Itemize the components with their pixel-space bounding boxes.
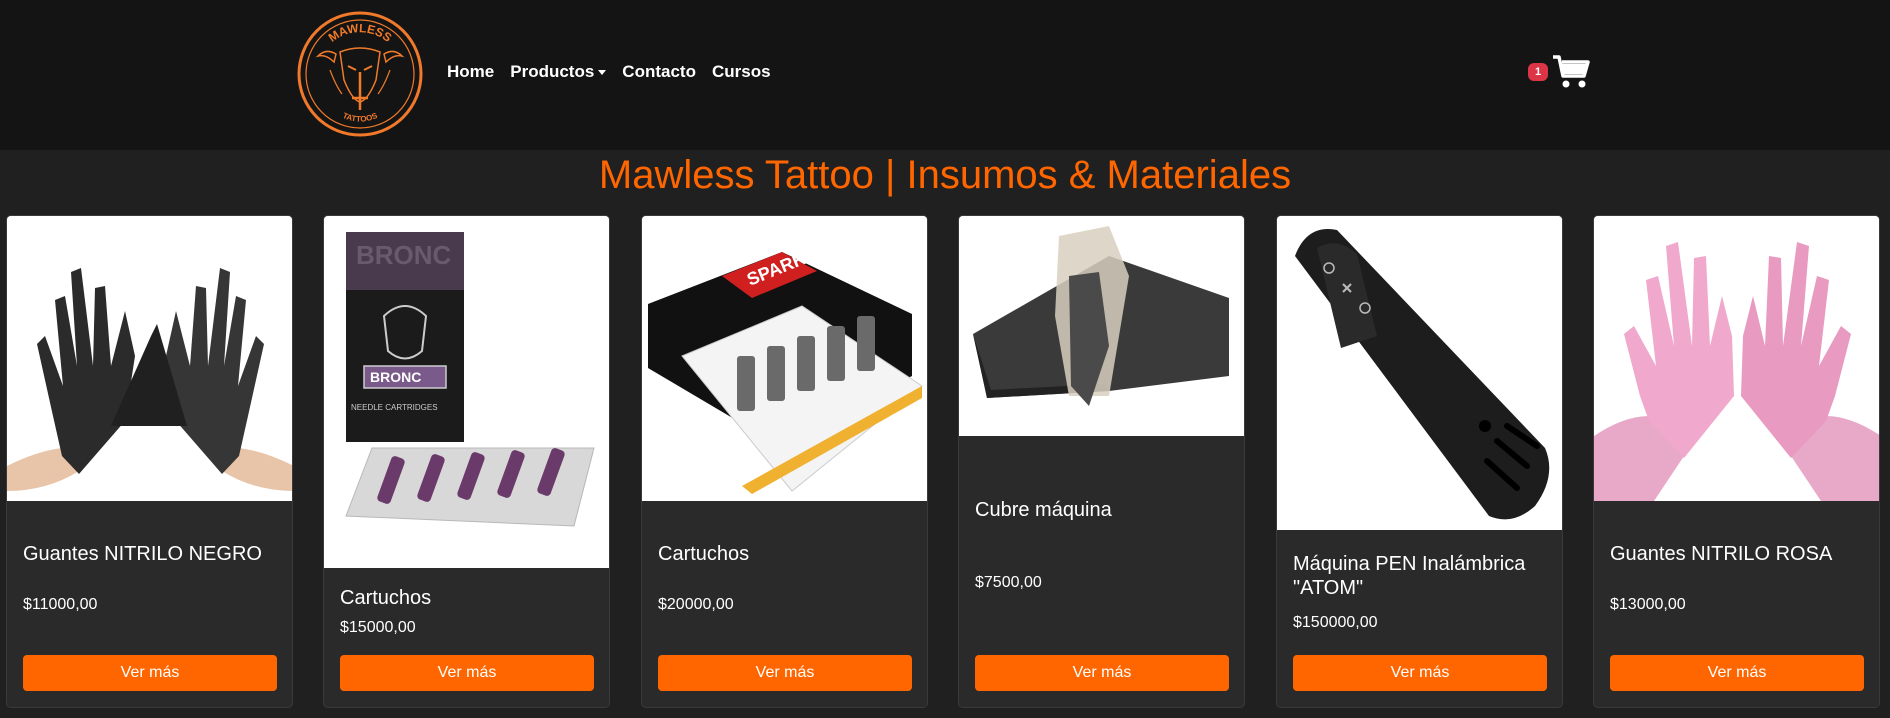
product-card: Guantes NITRILO NEGRO $11000,00 Ver más [6,215,293,708]
product-price: $20000,00 [658,596,734,613]
product-price: $150000,00 [1293,614,1378,631]
navbar: MAWLESS TATTOOS Home Productos Contacto … [0,0,1890,150]
cart-icon [1553,55,1590,88]
ver-mas-button[interactable]: Ver más [658,655,912,691]
product-name: Guantes NITRILO ROSA [1610,543,1833,565]
svg-text:NEEDLE CARTRIDGES: NEEDLE CARTRIDGES [351,403,438,412]
ver-mas-button[interactable]: Ver más [1293,655,1547,691]
product-card: SPARK Cartuchos $20000,00 Ver más [641,215,928,708]
product-image-black-gloves[interactable] [7,216,292,501]
product-name: Guantes NITRILO NEGRO [23,543,262,565]
product-image-bronc-cartridges[interactable]: BRONC BRONC NEEDLE CARTRIDGES [324,216,609,568]
product-image-spark-cartridges[interactable]: SPARK [642,216,927,501]
product-card: Guantes NITRILO ROSA $13000,00 Ver más [1593,215,1880,708]
product-image-pen-machine[interactable] [1277,216,1562,530]
cart-button[interactable]: 1 [1528,54,1590,90]
product-image-machine-covers[interactable] [959,216,1244,436]
product-name: Cartuchos [340,587,432,609]
brand-logo[interactable]: MAWLESS TATTOOS [296,10,424,138]
product-card: Máquina PEN Inalámbrica "ATOM" $150000,0… [1276,215,1563,708]
page-title: Mawless Tattoo | Insumos & Materiales [598,153,1292,197]
ver-mas-button[interactable]: Ver más [340,655,594,691]
product-name: Cubre máquina [975,499,1112,521]
ver-mas-button[interactable]: Ver más [1610,655,1864,691]
nav-productos-dropdown[interactable]: Productos [510,62,607,82]
product-price: $13000,00 [1610,596,1686,613]
product-name: Cartuchos [658,543,750,565]
product-price: $7500,00 [975,574,1042,591]
caret-down-icon [598,69,607,75]
product-card: Cubre máquina $7500,00 Ver más [958,215,1245,708]
nav-contacto[interactable]: Contacto [622,62,696,82]
product-price: $15000,00 [340,619,416,636]
ver-mas-button[interactable]: Ver más [975,655,1229,691]
cart-count-badge: 1 [1528,63,1549,81]
ver-mas-button[interactable]: Ver más [23,655,277,691]
nav-productos-label: Productos [510,62,595,81]
svg-text:BRONC: BRONC [356,240,452,270]
product-price: $11000,00 [23,596,98,613]
svg-text:BRONC: BRONC [370,369,421,385]
nav-home[interactable]: Home [447,62,494,82]
nav-cursos[interactable]: Cursos [712,62,771,82]
product-name: Máquina PEN Inalámbrica "ATOM" [1293,553,1526,599]
product-card: BRONC BRONC NEEDLE CARTRIDGES Cartuchos … [323,215,610,708]
nav-links: Home Productos Contacto Cursos [447,62,771,82]
product-image-pink-gloves[interactable] [1594,216,1879,501]
